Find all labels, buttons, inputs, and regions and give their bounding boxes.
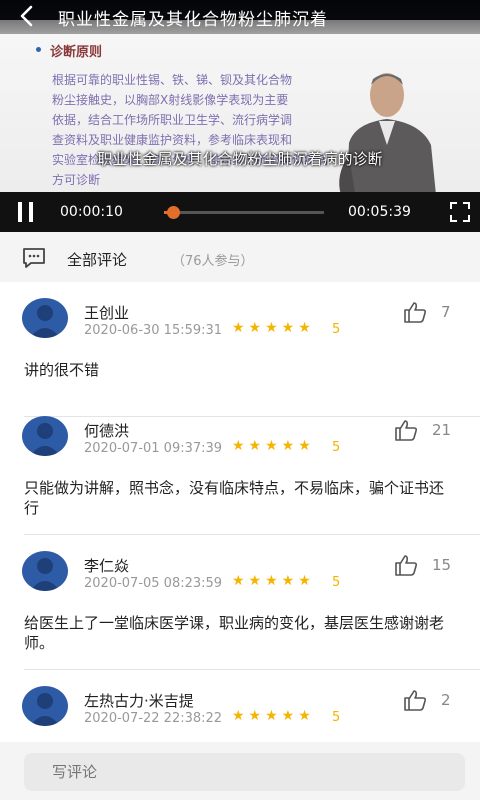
lecture-slide: 诊断原则 根据可靠的职业性锡、铁、锑、钡及其化合物 粉尘接触史，以胸部X射线影像… bbox=[0, 20, 480, 225]
thumbs-up-icon[interactable] bbox=[394, 419, 418, 441]
thumbs-up-icon[interactable] bbox=[403, 301, 427, 323]
total-time: 00:05:39 bbox=[348, 204, 411, 220]
pause-icon[interactable] bbox=[18, 202, 34, 222]
avatar[interactable] bbox=[22, 686, 68, 726]
commenter-name: 左热古力·米吉提 bbox=[84, 692, 194, 710]
rating-stars: ★★★★★ bbox=[232, 708, 315, 724]
slide-line: 方可诊断 bbox=[52, 173, 101, 187]
participant-count: （76人参与） bbox=[172, 254, 254, 269]
video-title-bar: 职业性金属及其化合物粉尘肺沉着 bbox=[0, 0, 480, 34]
rating-score: 5 bbox=[332, 322, 341, 337]
slide-bullet bbox=[36, 47, 41, 52]
comment-item: 左热古力·米吉提 2020-07-22 22:38:22 ★★★★★ 5 2 bbox=[0, 670, 480, 742]
avatar[interactable] bbox=[22, 551, 68, 591]
thumbs-up-icon[interactable] bbox=[394, 554, 418, 576]
rating-score: 5 bbox=[332, 710, 341, 725]
comments-title: 全部评论 bbox=[67, 251, 128, 269]
like-count: 2 bbox=[441, 691, 451, 709]
back-arrow-icon[interactable] bbox=[16, 5, 38, 27]
video-subtitle: 职业性金属及其化合物粉尘肺沉着病的诊断 bbox=[97, 150, 383, 168]
comment-date: 2020-07-22 22:38:22 bbox=[84, 711, 223, 726]
comment-date: 2020-07-01 09:37:39 bbox=[84, 441, 223, 456]
rating-stars: ★★★★★ bbox=[232, 573, 315, 589]
video-title: 职业性金属及其化合物粉尘肺沉着 bbox=[58, 10, 328, 30]
avatar[interactable] bbox=[22, 298, 68, 338]
comment-list[interactable]: 王创业 2020-06-30 15:59:31 ★★★★★ 5 7 讲的很不错 … bbox=[0, 282, 480, 742]
rating-stars: ★★★★★ bbox=[232, 320, 315, 336]
comment-bubble-icon bbox=[23, 248, 45, 268]
progress-handle[interactable] bbox=[166, 206, 180, 219]
current-time: 00:00:10 bbox=[60, 204, 123, 220]
like-count: 21 bbox=[432, 421, 452, 439]
slide-line: 粉尘接触史，以胸部X射线影像学表现为主要 bbox=[52, 93, 289, 107]
commenter-name: 李仁焱 bbox=[84, 557, 130, 575]
comment-text: 讲的很不错 bbox=[24, 361, 100, 379]
commenter-name: 何德洪 bbox=[84, 422, 130, 440]
rating-score: 5 bbox=[332, 575, 341, 590]
comment-input[interactable] bbox=[24, 753, 465, 791]
slide-line: 查资料及职业健康监护资料，参考临床表现和 bbox=[52, 133, 293, 147]
slide-body: 根据可靠的职业性锡、铁、锑、钡及其化合物 粉尘接触史，以胸部X射线影像学表现为主… bbox=[52, 70, 327, 190]
like-count: 15 bbox=[432, 556, 452, 574]
comment-date: 2020-07-05 08:23:59 bbox=[84, 576, 223, 591]
comment-text: 给医生上了一堂临床医学课，职业病的变化，基层医生感谢谢老师。 bbox=[24, 614, 445, 652]
fullscreen-icon[interactable] bbox=[449, 201, 471, 223]
progress-bar[interactable] bbox=[164, 206, 324, 219]
avatar[interactable] bbox=[22, 416, 68, 456]
slide-line: 根据可靠的职业性锡、铁、锑、钡及其化合物 bbox=[52, 73, 293, 87]
slide-line: 依据，结合工作场所职业卫生学、流行病学调 bbox=[52, 113, 293, 127]
comment-input-bar bbox=[0, 742, 480, 800]
comment-date: 2020-06-30 15:59:31 bbox=[84, 323, 223, 338]
thumbs-up-icon[interactable] bbox=[403, 689, 427, 711]
comments-header: 全部评论 （76人参与） bbox=[0, 236, 480, 282]
comment-item: 李仁焱 2020-07-05 08:23:59 ★★★★★ 5 15 给医生上了… bbox=[0, 535, 480, 670]
comment-item: 何德洪 2020-07-01 09:37:39 ★★★★★ 5 21 只能做为讲… bbox=[0, 400, 480, 535]
comment-text: 只能做为讲解，照书念，没有临床特点，不易临床，骗个证书还行 bbox=[24, 479, 445, 517]
commenter-name: 王创业 bbox=[84, 304, 130, 322]
like-count: 7 bbox=[441, 303, 451, 321]
rating-stars: ★★★★★ bbox=[232, 438, 315, 454]
rating-score: 5 bbox=[332, 440, 341, 455]
comment-item: 王创业 2020-06-30 15:59:31 ★★★★★ 5 7 讲的很不错 bbox=[0, 282, 480, 417]
video-player[interactable]: 诊断原则 根据可靠的职业性锡、铁、锑、钡及其化合物 粉尘接触史，以胸部X射线影像… bbox=[0, 0, 480, 232]
player-controls: 00:00:10 00:05:39 bbox=[0, 192, 480, 232]
slide-heading: 诊断原则 bbox=[50, 45, 103, 60]
